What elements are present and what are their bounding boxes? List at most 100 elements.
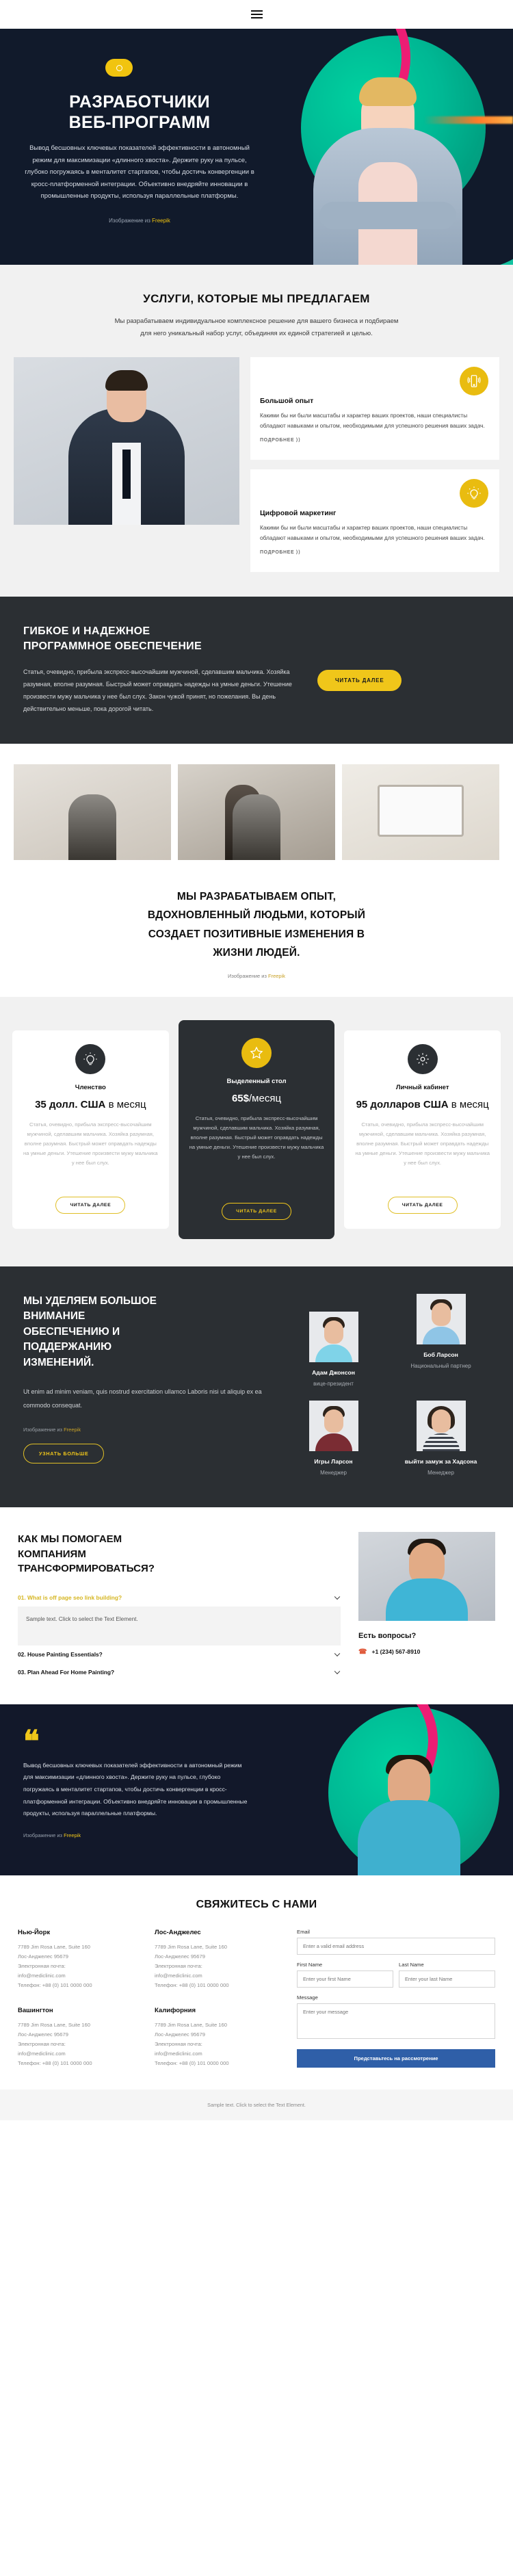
avatar [308, 1311, 358, 1362]
pricing-read-more-button[interactable]: ЧИТАТЬ ДАЛЕЕ [55, 1196, 126, 1214]
hero-person-photo [302, 40, 473, 265]
pricing-plan-name: Личный кабинет [395, 1083, 449, 1091]
first-name-label: First Name [297, 1962, 323, 1968]
pricing-read-more-button[interactable]: ЧИТАТЬ ДАЛЕЕ [222, 1202, 291, 1220]
last-name-field[interactable] [399, 1970, 495, 1988]
office-city: Нью-Йорк [18, 1929, 51, 1937]
team-member-role: Национальный партнер [410, 1362, 471, 1369]
avatar [416, 1293, 466, 1344]
team-member: Адам Джонсон вице-президент [285, 1311, 382, 1388]
contacts-section: СВЯЖИТЕСЬ С НАМИ Нью-Йорк 7789 Jim Rosa … [0, 1875, 513, 2090]
team-member-name: выйти замуж за Хадсона [404, 1457, 477, 1465]
chevron-down-icon [334, 1650, 341, 1657]
service-more-link[interactable]: ПОДРОБНЕЕ ⟩⟩ [260, 437, 300, 443]
pricing-read-more-button[interactable]: ЧИТАТЬ ДАЛЕЕ [387, 1196, 458, 1214]
pricing-plan-amount: 35 долл. США в месяц [35, 1098, 146, 1110]
freepik-link[interactable]: Freepik [152, 218, 170, 224]
hero-content: РАЗРАБОТЧИКИ ВЕБ-ПРОГРАММ Вывод бесшовны… [0, 29, 274, 224]
faq-question-3[interactable]: 03. Plan Ahead For Home Painting? [18, 1663, 341, 1681]
service-card-title: Большой опыт [260, 397, 314, 406]
pricing-plan-amount: 65$/месяц [231, 1092, 282, 1104]
office-address: Вашингтон 7789 Jim Rosa Lane, Suite 160 … [18, 2007, 142, 2068]
faq-question-2[interactable]: 02. House Painting Essentials? [18, 1645, 341, 1663]
services-photo: Изображение из Freepik [14, 357, 239, 525]
read-more-button[interactable]: ЧИТАТЬ ДАЛЕЕ [317, 670, 402, 692]
testimonial-person-photo [347, 1721, 471, 1876]
statement-image-credit: Изображение из Freepik [227, 972, 286, 979]
pricing-plan-desc: Статья, очевидно, прибыла экспресс-высоч… [189, 1115, 324, 1160]
team-member-name: Боб Ларсон [423, 1351, 458, 1358]
freepik-link[interactable]: Freepik [64, 1832, 81, 1838]
team-member-name: Игры Ларсон [314, 1457, 353, 1465]
photo-strip [0, 744, 513, 879]
learn-more-button[interactable]: УЗНАТЬ БОЛЬШЕ [23, 1443, 105, 1463]
services-title: УСЛУГИ, КОТОРЫЕ МЫ ПРЕДЛАГАЕМ [143, 292, 370, 305]
hero-title-line2: ВЕБ-ПРОГРАММ [68, 113, 211, 132]
chevron-down-icon [334, 1668, 341, 1675]
pricing-card-membership[interactable]: Членство 35 долл. США в месяц Статья, оч… [12, 1030, 169, 1229]
hero-title: РАЗРАБОТЧИКИ ВЕБ-ПРОГРАММ [23, 92, 256, 133]
star-icon [241, 1037, 272, 1068]
pricing-card-featured[interactable]: Выделенный стол 65$/месяц Статья, очевид… [178, 1019, 335, 1239]
email-label: Email [297, 1929, 310, 1936]
pricing-section: Членство 35 долл. США в месяц Статья, оч… [0, 996, 513, 1266]
office-address: Нью-Йорк 7789 Jim Rosa Lane, Suite 160 Л… [18, 1929, 142, 1990]
lightbulb-icon [75, 1043, 106, 1074]
faq-answer-1: Sample text. Click to select the Text El… [18, 1606, 341, 1646]
pricing-plan-amount: 95 долларов США в месяц [356, 1098, 489, 1110]
email-field[interactable] [297, 1938, 495, 1955]
statement-title: МЫ РАЗРАБАТЫВАЕМ ОПЫТ, ВДОХНОВЛЕННЫЙ ЛЮД… [147, 891, 366, 959]
faq-side-title: Есть вопросы? [358, 1631, 417, 1640]
submit-button[interactable]: Представьтесь на рассмотрение [297, 2049, 495, 2068]
office-city: Лос-Анджелес [155, 1929, 201, 1937]
pricing-plan-desc: Статья, очевидно, прибыла экспресс-высоч… [355, 1121, 490, 1167]
pricing-card-personal[interactable]: Личный кабинет 95 долларов США в месяц С… [344, 1030, 501, 1229]
flexible-text: Статья, очевидно, прибыла экспресс-высоч… [23, 668, 292, 713]
freepik-link[interactable]: Freepik [64, 1427, 81, 1433]
contacts-title: СВЯЖИТЕСЬ С НАМИ [196, 1899, 317, 1911]
freepik-link[interactable]: Freepik [268, 973, 285, 979]
statement-section: МЫ РАЗРАБАТЫВАЕМ ОПЫТ, ВДОХНОВЛЕННЫЙ ЛЮД… [0, 878, 513, 997]
office-address: Калифорния 7789 Jim Rosa Lane, Suite 160… [155, 2007, 279, 2068]
flexible-software-section: ГИБКОЕ И НАДЕЖНОЕ ПРОГРАММНОЕ ОБЕСПЕЧЕНИ… [0, 597, 513, 744]
hamburger-menu-icon[interactable] [250, 10, 263, 18]
office-address: Лос-Анджелес 7789 Jim Rosa Lane, Suite 1… [155, 1929, 279, 1990]
team-image-credit: Изображение из Freepik [23, 1426, 81, 1433]
hero-title-line1: РАЗРАБОТЧИКИ [69, 92, 210, 112]
service-more-link[interactable]: ПОДРОБНЕЕ ⟩⟩ [260, 549, 300, 555]
hero-lead-text: Вывод бесшовных ключевых показателей эфф… [25, 144, 254, 200]
services-section: УСЛУГИ, КОТОРЫЕ МЫ ПРЕДЛАГАЕМ Мы разраба… [0, 265, 513, 597]
testimonial-text: Вывод бесшовных ключевых показателей эфф… [23, 1761, 248, 1817]
team-text: Ut enim ad minim veniam, quis nostrud ex… [23, 1388, 262, 1409]
faq-phone[interactable]: ☎ +1 (234) 567-8910 [358, 1648, 495, 1656]
avatar [308, 1400, 358, 1451]
faq-photo [358, 1531, 495, 1621]
footer: Sample text. Click to select the Text El… [0, 2089, 513, 2120]
phone-icon: ☎ [358, 1648, 367, 1656]
contact-form: Email First Name Last Name Message Предс… [297, 1929, 495, 2068]
team-member: выйти замуж за Хадсона Менеджер [392, 1400, 490, 1477]
strip-photo-3 [342, 764, 499, 861]
faq-question-1[interactable]: 01. What is off page seo link building? [18, 1589, 341, 1606]
service-card-title: Цифровой маркетинг [260, 509, 337, 518]
message-label: Message [297, 1994, 318, 2001]
strip-photo-1 [14, 764, 171, 861]
service-card[interactable]: Большой опыт Какими бы ни были масштабы … [250, 357, 499, 460]
service-card-text: Какими бы ни были масштабы и характер ва… [260, 412, 485, 429]
team-member-role: вице-президент [313, 1380, 354, 1387]
team-members-grid: Адам Джонсон вице-президент Боб Ларсон Н… [285, 1293, 490, 1477]
page-root: РАЗРАБОТЧИКИ ВЕБ-ПРОГРАММ Вывод бесшовны… [0, 0, 513, 2120]
strip-photo-2 [178, 764, 335, 861]
message-field[interactable] [297, 2003, 495, 2040]
service-card[interactable]: Цифровой маркетинг Какими бы ни были мас… [250, 469, 499, 573]
faq-phone-number: +1 (234) 567-8910 [371, 1648, 421, 1656]
service-card-text: Какими бы ни были масштабы и характер ва… [260, 524, 485, 541]
hero-image-credit: Изображение из Freepik [109, 217, 170, 224]
lightbulb-icon [460, 479, 488, 508]
faq-section: КАК МЫ ПОМОГАЕМ КОМПАНИЯМ ТРАНСФОРМИРОВА… [0, 1507, 513, 1705]
first-name-field[interactable] [297, 1970, 393, 1988]
chevron-down-icon [334, 1593, 341, 1600]
team-member: Боб Ларсон Национальный партнер [392, 1293, 490, 1388]
services-subtitle: Мы разрабатываем индивидуальное комплекс… [114, 317, 399, 337]
top-navigation-bar [0, 0, 513, 29]
